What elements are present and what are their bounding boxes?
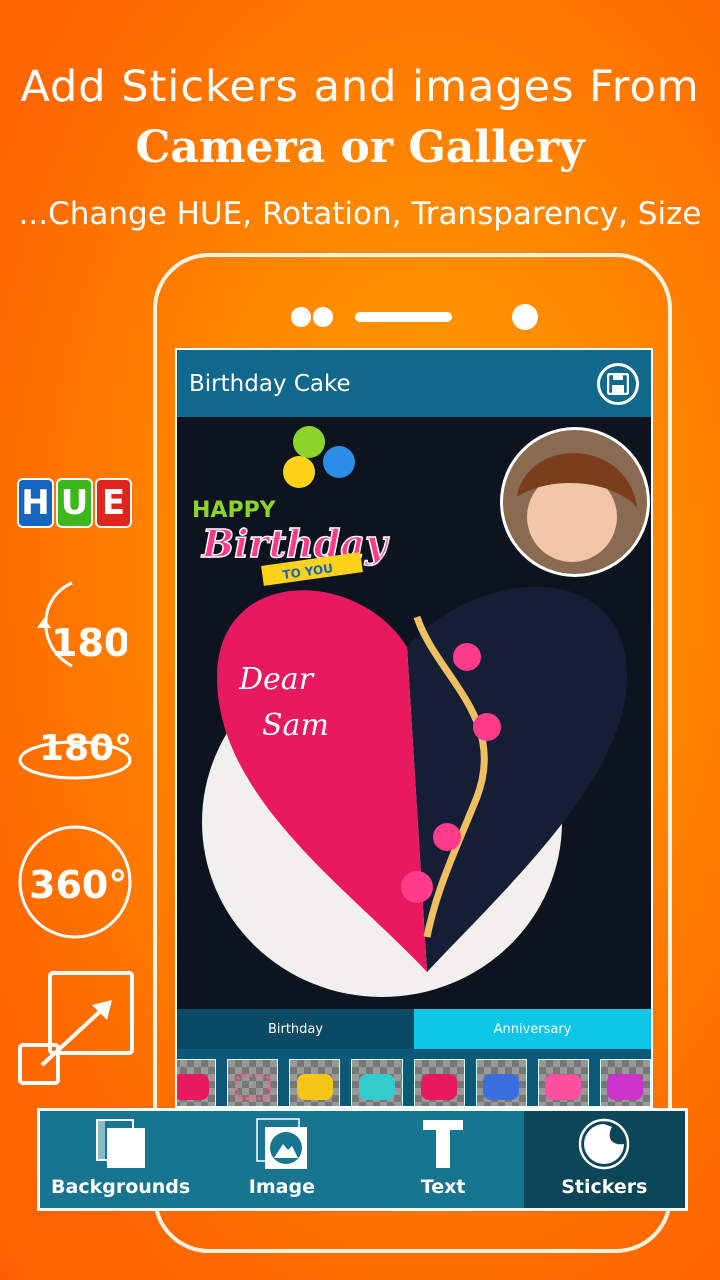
- app-title: Birthday Cake: [189, 370, 351, 397]
- sticker-thumb[interactable]: [289, 1059, 341, 1106]
- sticker-thumb[interactable]: [227, 1059, 279, 1106]
- rotate-360-icon: 360°: [18, 825, 132, 939]
- rotate-vertical-icon: 180°: [37, 581, 127, 668]
- app-bar: Birthday Cake: [177, 350, 651, 417]
- rotate-360-label: 360°: [29, 863, 127, 907]
- sticker-strip[interactable]: [177, 1049, 651, 1106]
- editor-canvas[interactable]: Dear Sam HAPPY Birthday TO YOU: [177, 417, 651, 1009]
- bottom-nav: Backgrounds Image Text Stickers: [37, 1108, 688, 1211]
- rotate-vertical-label: 180°: [51, 621, 127, 665]
- nav-text-label: Text: [420, 1176, 466, 1198]
- headline-line3: ...Change HUE, Rotation, Transparency, S…: [18, 196, 702, 232]
- cake-text-line1: Dear: [238, 662, 315, 697]
- nav-text[interactable]: Text: [363, 1111, 524, 1208]
- photo-sticker[interactable]: [500, 427, 650, 577]
- stickers-icon: [579, 1118, 630, 1170]
- resize-icon: [18, 971, 134, 1085]
- sticker-thumb[interactable]: [537, 1059, 589, 1106]
- tab-anniversary[interactable]: Anniversary: [414, 1009, 651, 1049]
- nav-stickers[interactable]: Stickers: [523, 1111, 685, 1208]
- rotate-horizontal-label: 180°: [39, 728, 132, 769]
- rotate-horizontal-icon: 180°: [18, 728, 132, 780]
- sticker-text-line1: HAPPY: [192, 498, 277, 523]
- image-icon: [256, 1118, 307, 1169]
- headline-line2: Camera or Gallery: [135, 122, 585, 173]
- nav-image[interactable]: Image: [201, 1111, 362, 1208]
- save-icon[interactable]: [597, 362, 639, 405]
- text-icon: [423, 1120, 464, 1168]
- cake-text-line2: Sam: [262, 708, 329, 743]
- nav-backgrounds[interactable]: Backgrounds: [40, 1111, 201, 1208]
- tab-birthday[interactable]: Birthday: [177, 1009, 414, 1049]
- hue-icon: H U E: [17, 478, 132, 528]
- sticker-thumb[interactable]: [599, 1059, 651, 1106]
- phone-camera-dot: [291, 307, 311, 327]
- cake-image: Dear Sam HAPPY Birthday TO YOU: [192, 426, 650, 997]
- sticker-category-tabs: Birthday Anniversary: [177, 1009, 651, 1049]
- sticker-thumb[interactable]: [351, 1059, 403, 1106]
- backgrounds-icon: [95, 1119, 145, 1168]
- phone-front-camera: [512, 304, 538, 330]
- phone-sensor-dot: [313, 307, 333, 327]
- nav-stickers-label: Stickers: [561, 1176, 648, 1198]
- sticker-thumb[interactable]: [413, 1059, 465, 1106]
- nav-image-label: Image: [248, 1176, 315, 1198]
- phone-speaker: [355, 312, 452, 322]
- sticker-thumb[interactable]: [177, 1059, 217, 1106]
- headline-line1: Add Stickers and images From: [20, 62, 700, 112]
- sticker-thumb[interactable]: [475, 1059, 527, 1106]
- sticker-text-line2: Birthday: [201, 521, 390, 566]
- nav-backgrounds-label: Backgrounds: [51, 1176, 191, 1198]
- app-screen: Birthday Cake Dear Sam HAPPY Birthday TO…: [175, 348, 653, 1108]
